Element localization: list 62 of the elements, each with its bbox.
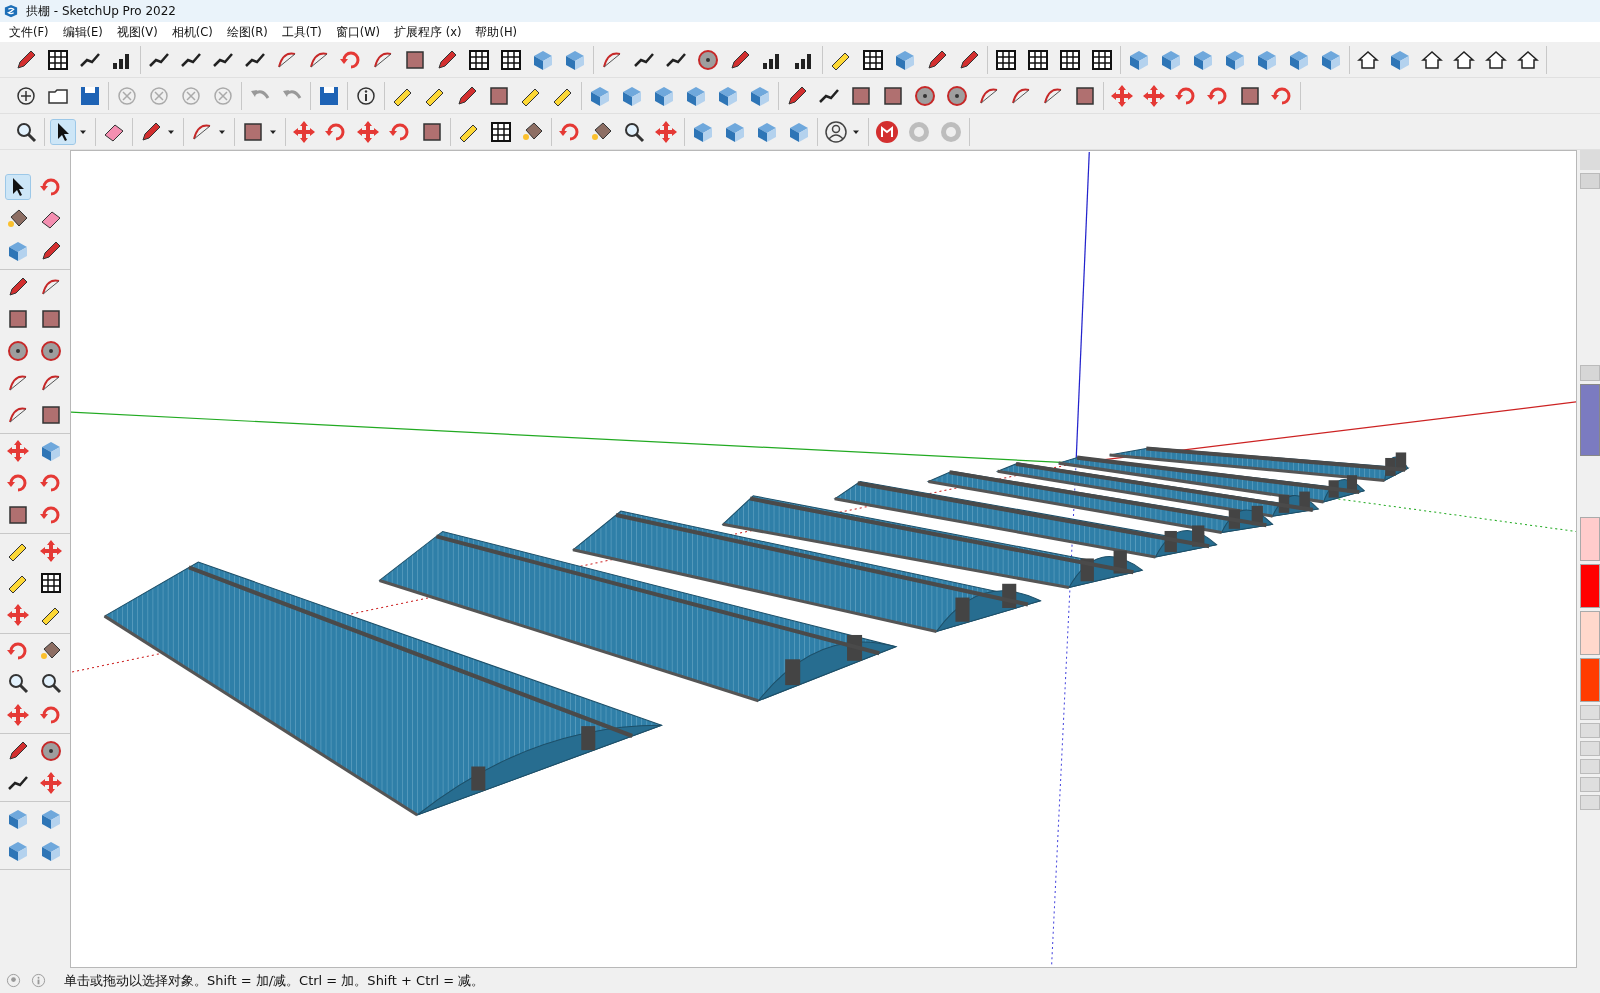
circle-icon[interactable] [39,739,63,763]
square-icon[interactable] [39,307,63,331]
menu-item[interactable]: 编辑(E) [55,24,110,40]
cube-icon[interactable] [6,239,30,263]
menu-item[interactable]: 视图(V) [109,24,165,40]
cube-icon[interactable] [39,439,63,463]
grid-icon[interactable] [1026,47,1050,72]
grid-icon[interactable] [1090,47,1114,72]
material-swatch[interactable] [1580,517,1600,561]
move-icon[interactable] [356,119,380,144]
grid-icon[interactable] [499,47,523,72]
pencil-icon[interactable] [39,239,63,263]
circle-icon[interactable] [39,339,63,363]
cursor-icon[interactable] [51,119,75,144]
circle-icon[interactable] [945,83,969,108]
cursor-icon[interactable] [6,175,30,199]
square-icon[interactable] [6,307,30,331]
square-icon[interactable] [6,503,30,527]
cube-icon[interactable] [39,807,63,831]
pencil-icon[interactable] [6,739,30,763]
logo-icon[interactable] [875,119,899,144]
app-icon [4,4,18,18]
move-icon[interactable] [39,771,63,795]
menu-item[interactable]: 扩展程序 (x) [387,24,469,40]
user-icon[interactable] [824,119,848,144]
cube-icon[interactable] [6,839,30,863]
cube-icon[interactable] [6,807,30,831]
circle-icon[interactable] [913,83,937,108]
circle-icon[interactable] [696,47,720,72]
grid-icon[interactable] [1058,47,1082,72]
magnifier-icon[interactable] [39,671,63,695]
menu-item[interactable]: 窗口(W) [328,24,388,40]
circle-icon[interactable] [6,339,30,363]
menu-item[interactable]: 文件(F) [2,24,56,40]
grid-icon[interactable] [994,47,1018,72]
grid-icon[interactable] [39,571,63,595]
move-icon[interactable] [1142,83,1166,108]
pencil-icon[interactable] [6,275,30,299]
material-preview [1580,384,1600,456]
status-text: 单击或拖动以选择对象。Shift = 加/减。Ctrl = 加。Shift + Ctrl = 减。 [64,971,485,990]
move-icon[interactable] [39,539,63,563]
grid-icon[interactable] [467,47,491,72]
square-icon[interactable] [39,403,63,427]
move-icon[interactable] [6,439,30,463]
material-swatch[interactable] [1580,564,1600,608]
menu-item[interactable]: 帮助(H) [468,24,525,40]
magnifier-icon[interactable] [6,671,30,695]
grid-icon[interactable] [861,47,885,72]
window-title: 拱棚 - SketchUp Pro 2022 [26,2,176,20]
grid-icon[interactable] [46,47,70,72]
move-icon[interactable] [292,119,316,144]
move-icon[interactable] [654,119,678,144]
cube-icon[interactable] [39,839,63,863]
move-icon[interactable] [1110,83,1134,108]
move-icon[interactable] [6,603,30,627]
grid-icon[interactable] [489,119,513,144]
menu-item[interactable]: 工具(T) [274,24,329,40]
menu-item[interactable]: 相机(C) [164,24,220,40]
move-icon[interactable] [6,703,30,727]
menu-item[interactable]: 绘图(R) [219,24,275,40]
material-swatch[interactable] [1580,611,1600,655]
material-swatch[interactable] [1580,658,1600,702]
